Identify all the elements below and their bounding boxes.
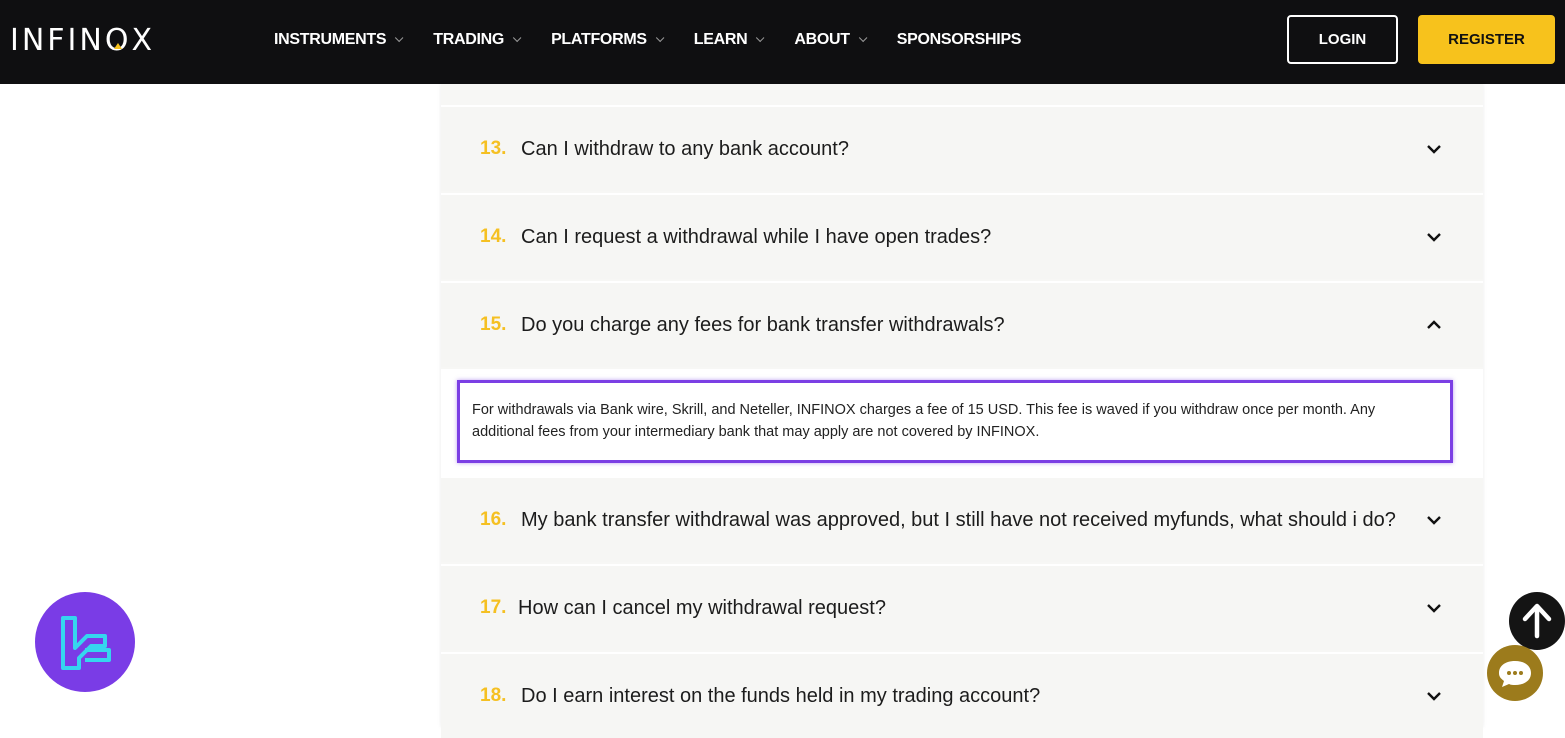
logo-o: O [104, 22, 132, 58]
faq-number: 14. [480, 226, 507, 247]
nav-platforms[interactable]: PLATFORMS [551, 31, 665, 49]
nav-about-label: ABOUT [794, 31, 850, 48]
arrow-up-icon [1522, 603, 1552, 639]
faq-number: 17. [480, 597, 507, 618]
faq-question: Can I withdraw to any bank account? [521, 137, 849, 160]
scroll-top-button[interactable] [1509, 592, 1565, 650]
nav-learn[interactable]: LEARN [693, 31, 765, 49]
chevron-down-icon [512, 33, 522, 43]
chevron-down-icon [655, 33, 665, 43]
chevron-down-icon [1427, 145, 1441, 154]
nav-instruments-label: INSTRUMENTS [274, 31, 387, 48]
faq-number: 16. [480, 509, 507, 530]
faq-item-18[interactable]: 18. Do I earn interest on the funds held… [441, 652, 1483, 738]
top-navbar: INFIN O X INSTRUMENTS TRADING PLATFORMS LE… [0, 0, 1565, 84]
chevron-up-icon [1427, 320, 1441, 329]
nav-sponsorships-label: SPONSORSHIPS [896, 31, 1022, 48]
chevron-down-icon [1427, 692, 1441, 701]
faq-question: Do I earn interest on the funds held in … [521, 684, 1041, 707]
faq-number: 15. [480, 314, 507, 335]
faq-item-14[interactable]: 14. Can I request a withdrawal while I h… [441, 193, 1483, 279]
nav-learn-label: LEARN [693, 31, 748, 48]
logo-text-a: INFIN [10, 22, 105, 58]
faq-item-17[interactable]: 17. How can I cancel my withdrawal reque… [441, 564, 1483, 650]
faq-item-16[interactable]: 16. My bank transfer withdrawal was appr… [441, 476, 1483, 562]
chat-bubble-icon [1499, 661, 1531, 687]
nav-instruments[interactable]: INSTRUMENTS [274, 31, 404, 49]
faq-question: My bank transfer withdrawal was approved… [521, 508, 1396, 531]
nav-trading-label: TRADING [433, 31, 505, 48]
login-button[interactable]: LOGIN [1287, 15, 1398, 64]
brand-logo-icon [61, 616, 111, 670]
faq-accordion: 13. Can I withdraw to any bank account? … [441, 84, 1483, 738]
chevron-down-icon [858, 33, 868, 43]
brand-badge[interactable] [35, 592, 135, 692]
main-nav: INSTRUMENTS TRADING PLATFORMS LEARN ABOU… [274, 0, 1054, 80]
chat-button[interactable] [1487, 645, 1543, 701]
faq-question: Can I request a withdrawal while I have … [521, 225, 992, 248]
nav-sponsorships[interactable]: SPONSORSHIPS [896, 31, 1022, 49]
faq-answer-15: For withdrawals via Bank wire, Skrill, a… [441, 369, 1483, 477]
highlighted-answer: For withdrawals via Bank wire, Skrill, a… [457, 380, 1453, 463]
faq-number: 13. [480, 138, 507, 159]
chevron-down-icon [395, 33, 404, 43]
chevron-down-icon [1427, 516, 1441, 525]
chevron-down-icon [1427, 233, 1441, 242]
nav-trading[interactable]: TRADING [433, 31, 522, 49]
chevron-down-icon [1427, 604, 1441, 613]
nav-platforms-label: PLATFORMS [551, 31, 647, 48]
register-button[interactable]: REGISTER [1418, 15, 1555, 64]
faq-question: Do you charge any fees for bank transfer… [521, 313, 1005, 336]
faq-question: How can I cancel my withdrawal request? [518, 596, 886, 619]
nav-about[interactable]: ABOUT [794, 31, 868, 49]
logo-text-b: X [131, 22, 156, 58]
faq-item-13[interactable]: 13. Can I withdraw to any bank account? [441, 105, 1483, 191]
chevron-down-icon [756, 33, 765, 43]
infinox-logo[interactable]: INFIN O X [10, 22, 155, 58]
faq-item-15[interactable]: 15. Do you charge any fees for bank tran… [441, 281, 1483, 367]
logo-triangle-icon [114, 42, 123, 49]
faq-number: 18. [480, 685, 507, 706]
